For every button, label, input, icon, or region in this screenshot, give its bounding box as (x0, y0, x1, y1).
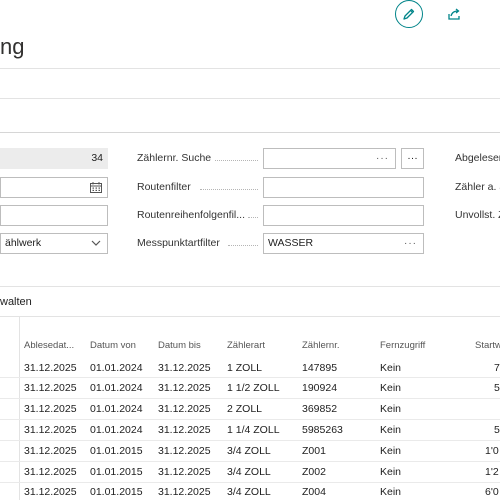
count-field: 34 (0, 148, 108, 169)
cell-date-from: 01.01.2024 (90, 403, 143, 415)
cell-meter-number: Z004 (302, 486, 326, 498)
label-leader (215, 160, 258, 162)
route-sequence-filter-label: Routenreihenfolgenfil... (137, 209, 245, 221)
meter-search-label: Zählernr. Suche (137, 152, 212, 164)
measuring-point-filter-input[interactable]: WASSER ··· (263, 233, 424, 254)
cell-meter-number: 369852 (302, 403, 338, 415)
cell-start-value: 6'0 (485, 486, 499, 498)
divider (0, 132, 500, 133)
cell-meter-number: Z002 (302, 466, 326, 478)
cell-meter-type: 1 ZOLL (227, 362, 263, 374)
divider (0, 316, 500, 317)
cell-reading-date: 31.12.2025 (24, 466, 77, 478)
divider (0, 68, 500, 69)
cell-start-value: 7 (494, 362, 500, 374)
cell-meter-type: 3/4 ZOLL (227, 486, 271, 498)
cell-start-value: 1'0 (485, 445, 499, 457)
row-divider (0, 377, 500, 378)
cell-date-from: 01.01.2015 (90, 486, 143, 498)
row-divider (0, 398, 500, 399)
chevron-down-icon (91, 240, 101, 246)
cell-reading-date: 31.12.2025 (24, 403, 77, 415)
row-divider (0, 440, 500, 441)
cell-meter-type: 2 ZOLL (227, 403, 263, 415)
cell-meter-number: 5985263 (302, 424, 343, 436)
lookup-ellipsis[interactable]: ··· (376, 149, 389, 168)
label-leader (228, 245, 258, 247)
cell-date-to: 31.12.2025 (158, 445, 211, 457)
column-header-meter-type[interactable]: Zählerart (227, 340, 265, 351)
column-header-remote-access[interactable]: Fernzugriff (380, 340, 425, 351)
meter-label: Zähler a. a (455, 181, 500, 193)
manage-action[interactable]: walten (0, 296, 32, 308)
cell-reading-date: 31.12.2025 (24, 362, 77, 374)
cell-reading-date: 31.12.2025 (24, 445, 77, 457)
row-divider (0, 419, 500, 420)
more-icon: ··· (407, 152, 418, 164)
incomplete-label: Unvollst. Z (455, 209, 500, 221)
page-title: ng (0, 34, 25, 59)
edit-button[interactable] (395, 0, 423, 28)
cell-remote-access: Kein (380, 486, 402, 498)
register-select[interactable]: ählwerk (0, 233, 108, 254)
pencil-icon (403, 8, 415, 20)
cell-remote-access: Kein (380, 382, 402, 394)
cell-reading-date: 31.12.2025 (24, 486, 77, 498)
calendar-icon[interactable] (90, 182, 102, 193)
row-divider (0, 461, 500, 462)
cell-date-to: 31.12.2025 (158, 362, 211, 374)
share-icon (448, 8, 460, 20)
route-sequence-filter-input[interactable] (263, 205, 424, 226)
cell-meter-type: 1 1/4 ZOLL (227, 424, 280, 436)
cell-date-to: 31.12.2025 (158, 466, 211, 478)
empty-field[interactable] (0, 205, 108, 226)
label-leader (200, 189, 258, 191)
cell-date-to: 31.12.2025 (158, 382, 211, 394)
cell-remote-access: Kein (380, 445, 402, 457)
cell-meter-number: Z001 (302, 445, 326, 457)
column-header-meter-number[interactable]: Zählernr. (302, 340, 340, 351)
cell-remote-access: Kein (380, 362, 402, 374)
cell-date-from: 01.01.2015 (90, 466, 143, 478)
route-filter-label: Routenfilter (137, 181, 191, 193)
meter-search-input[interactable]: ··· (263, 148, 396, 169)
label-leader (248, 217, 258, 219)
cell-date-from: 01.01.2024 (90, 362, 143, 374)
cell-remote-access: Kein (380, 424, 402, 436)
column-header-start-value[interactable]: Startw (475, 340, 500, 351)
cell-meter-number: 147895 (302, 362, 338, 374)
cell-remote-access: Kein (380, 403, 402, 415)
cell-date-to: 31.12.2025 (158, 403, 211, 415)
route-filter-input[interactable] (263, 177, 424, 198)
cell-meter-type: 3/4 ZOLL (227, 466, 271, 478)
cell-start-value: 5 (494, 382, 500, 394)
column-header-date-to[interactable]: Datum bis (158, 340, 201, 351)
divider (0, 98, 500, 99)
column-header-reading-date[interactable]: Ablesedat... (24, 340, 74, 351)
share-button[interactable] (440, 0, 468, 28)
column-header-date-from[interactable]: Datum von (90, 340, 136, 351)
cell-reading-date: 31.12.2025 (24, 424, 77, 436)
read-label: Abgeleser (455, 152, 500, 164)
cell-date-from: 01.01.2024 (90, 424, 143, 436)
cell-meter-number: 190924 (302, 382, 338, 394)
meter-search-lookup-button[interactable]: ··· (401, 148, 424, 169)
divider (0, 286, 500, 287)
lookup-ellipsis[interactable]: ··· (404, 234, 417, 253)
cell-reading-date: 31.12.2025 (24, 382, 77, 394)
cell-date-to: 31.12.2025 (158, 424, 211, 436)
cell-start-value: 5 (494, 424, 500, 436)
cell-meter-type: 3/4 ZOLL (227, 445, 271, 457)
measuring-point-filter-label: Messpunktartfilter (137, 237, 220, 249)
cell-date-to: 31.12.2025 (158, 486, 211, 498)
cell-date-from: 01.01.2024 (90, 382, 143, 394)
row-divider (0, 482, 500, 483)
cell-meter-type: 1 1/2 ZOLL (227, 382, 280, 394)
date-field[interactable] (0, 177, 108, 198)
table-left-border (19, 316, 20, 500)
cell-date-from: 01.01.2015 (90, 445, 143, 457)
cell-start-value: 1'2 (485, 466, 499, 478)
cell-remote-access: Kein (380, 466, 402, 478)
